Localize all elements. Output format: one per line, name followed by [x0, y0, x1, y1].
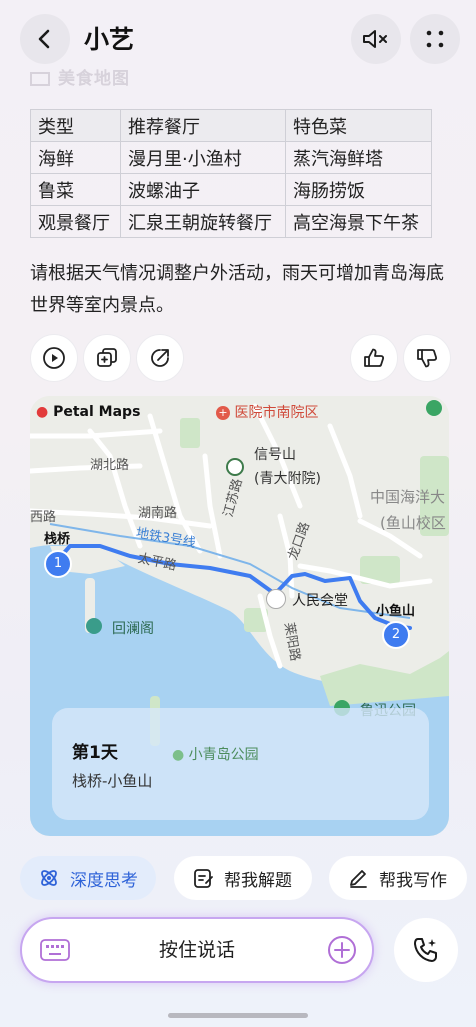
table-row: 观景餐厅 汇泉王朝旋转餐厅 高空海景下午茶 — [30, 205, 432, 238]
table-cell: 海鲜 — [30, 141, 121, 174]
route-label: 栈桥-小鱼山 — [72, 772, 153, 790]
ocean-university-label: 中国海洋大 — [370, 488, 446, 506]
day-label: 第1天 — [72, 743, 118, 763]
hospital-label: + 医院市南院区 — [216, 402, 318, 422]
table-cell: 波螺油子 — [120, 173, 286, 206]
plus-circle-icon — [328, 936, 356, 964]
xiaoqingdao-park-text: 小青岛公园 — [188, 747, 259, 763]
share-icon — [151, 349, 169, 367]
voice-input-bar[interactable]: 按住说话 — [20, 917, 374, 983]
voice-call-button[interactable] — [394, 918, 458, 982]
solve-label: 帮我解题 — [224, 870, 292, 891]
location-pin-icon: ● — [36, 404, 49, 420]
play-button[interactable] — [30, 334, 78, 382]
back-button[interactable] — [20, 14, 70, 64]
pen-icon — [347, 867, 369, 889]
transfer-icon — [266, 589, 286, 609]
park-icon: ● — [172, 747, 185, 763]
add-button[interactable] — [327, 935, 357, 969]
map-brand-text: Petal Maps — [53, 404, 141, 420]
share-button[interactable] — [136, 334, 184, 382]
table-header-row: 类型 推荐餐厅 特色菜 — [30, 109, 432, 142]
mute-button[interactable] — [351, 14, 401, 64]
speaker-mute-icon — [363, 30, 387, 48]
keyboard-icon[interactable] — [40, 939, 70, 965]
play-icon — [43, 347, 65, 369]
section-heading-text: 美食地图 — [58, 69, 130, 89]
table-row: 海鲜 漫月里·小渔村 蒸汽海鲜塔 — [30, 141, 432, 174]
advice-paragraph: 请根据天气情况调整户外活动，雨天可增加青岛海底世界等室内景点。 — [30, 263, 444, 316]
thumbs-up-icon — [364, 348, 385, 367]
hospital-icon: + — [216, 406, 230, 420]
table-cell: 海肠捞饭 — [285, 173, 432, 206]
deep-think-icon — [38, 867, 60, 889]
table-cell: 蒸汽海鲜塔 — [285, 141, 432, 174]
more-grid-icon — [426, 30, 444, 48]
table-header-cell: 类型 — [30, 109, 121, 142]
write-label: 帮我写作 — [379, 870, 447, 891]
itinerary-day-card[interactable]: 第1天 栈桥-小鱼山 ● 小青岛公园 — [52, 708, 429, 820]
metro-station-icon — [226, 458, 244, 476]
like-button[interactable] — [350, 334, 398, 382]
thumbs-down-icon — [417, 349, 438, 368]
solve-chip[interactable]: 帮我解题 — [174, 856, 312, 900]
west-road-label: 西路 — [30, 510, 57, 525]
copy-button[interactable] — [83, 334, 131, 382]
huilange-label: 回澜阁 — [112, 621, 154, 637]
write-chip[interactable]: 帮我写作 — [329, 856, 467, 900]
table-header-cell: 推荐餐厅 — [120, 109, 286, 142]
marker-2[interactable]: 2 — [382, 621, 410, 649]
park-icon — [426, 400, 442, 416]
section-marker-icon — [30, 72, 50, 86]
ocean-university-sub-label: (鱼山校区 — [380, 514, 446, 532]
table-cell: 汇泉王朝旋转餐厅 — [120, 205, 286, 238]
table-cell: 观景餐厅 — [30, 205, 121, 238]
scenic-spot-icon — [86, 618, 102, 634]
table-row: 鲁菜 波螺油子 海肠捞饭 — [30, 173, 432, 206]
xinhaoshan-label: 信号山 — [254, 447, 296, 463]
copy-icon — [97, 348, 117, 367]
deep-think-label: 深度思考 — [70, 870, 138, 891]
hold-to-talk-label: 按住说话 — [158, 939, 235, 961]
renmin-hall-label: 人民会堂 — [292, 593, 348, 609]
hubei-road-label: 湖北路 — [90, 458, 130, 473]
hunan-road-label: 湖南路 — [138, 506, 178, 521]
phone-sparkle-icon — [414, 938, 437, 962]
marker-1[interactable]: 1 — [44, 550, 72, 578]
table-cell: 鲁菜 — [30, 173, 121, 206]
back-arrow-icon — [38, 29, 50, 49]
deep-think-chip[interactable]: 深度思考 — [20, 856, 156, 900]
table-header-cell: 特色菜 — [285, 109, 432, 142]
food-map-table: 类型 推荐餐厅 特色菜 海鲜 漫月里·小渔村 蒸汽海鲜塔 鲁菜 波螺油子 海肠捞… — [30, 109, 432, 238]
home-indicator — [168, 1013, 308, 1018]
xiaoqingdao-park-label: ● 小青岛公园 — [172, 744, 259, 764]
xinhaoshan-sub-label: (青大附院) — [254, 471, 321, 487]
dislike-button[interactable] — [403, 334, 451, 382]
route-map[interactable]: ● Petal Maps + 医院市南院区 信号山 (青大附院) 湖北路 湖南路… — [30, 396, 449, 836]
section-heading-faded: 美食地图 — [30, 64, 130, 89]
table-cell: 漫月里·小渔村 — [120, 141, 286, 174]
more-button[interactable] — [410, 14, 460, 64]
page-title: 小艺 — [84, 25, 135, 54]
petal-maps-logo: ● Petal Maps — [36, 404, 140, 420]
solve-icon — [192, 867, 214, 889]
marker-2-label: 小鱼山 — [376, 604, 416, 619]
marker-1-label: 栈桥 — [44, 532, 71, 547]
table-cell: 高空海景下午茶 — [285, 205, 432, 238]
hospital-label-text: 医院市南院区 — [234, 405, 319, 421]
